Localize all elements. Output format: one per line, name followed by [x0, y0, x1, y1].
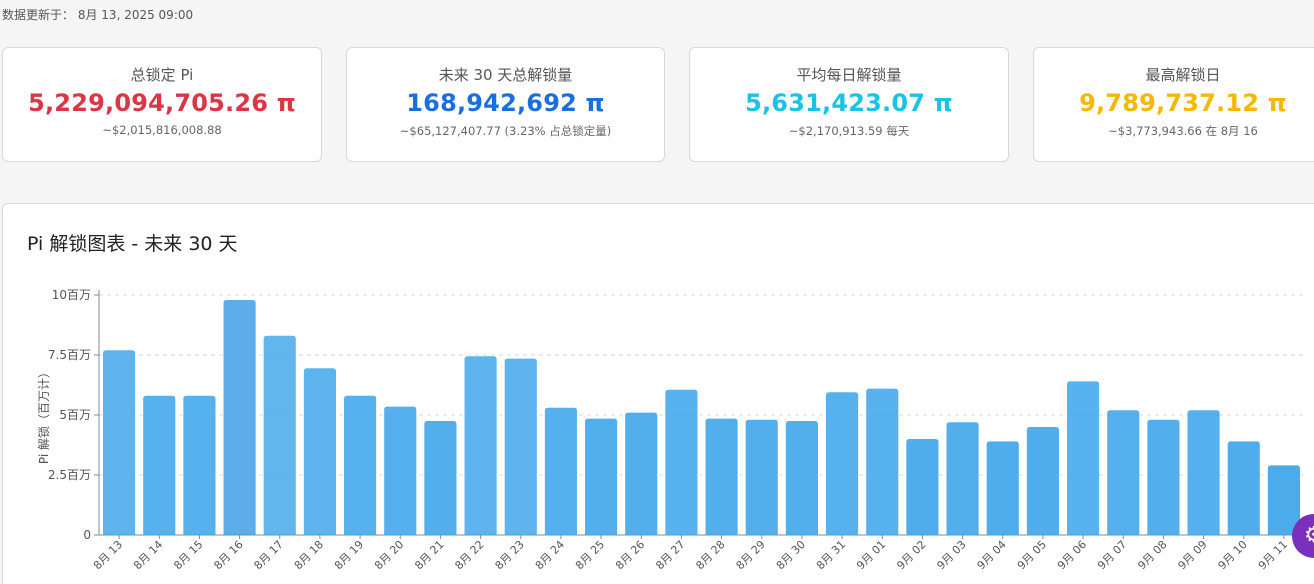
x-tick-label: 9月 01 — [854, 538, 888, 572]
x-tick-label: 8月 21 — [412, 538, 446, 572]
x-tick-label: 8月 25 — [573, 538, 607, 572]
bar — [344, 395, 377, 535]
x-tick-label: 8月 31 — [814, 538, 848, 572]
bar — [986, 441, 1019, 535]
bar — [826, 392, 859, 535]
bar — [263, 335, 296, 535]
gear-icon: ⚙ — [1304, 523, 1314, 548]
bar — [183, 395, 216, 535]
bar — [585, 418, 618, 535]
bar — [946, 422, 979, 535]
bar — [1067, 381, 1100, 535]
x-tick-label: 8月 23 — [493, 538, 527, 572]
x-tick-label: 9月 05 — [1015, 538, 1049, 572]
bar — [785, 421, 818, 535]
x-tick-label: 8月 28 — [693, 538, 727, 572]
y-tick-label: 10百万 — [52, 288, 91, 302]
bar — [1147, 419, 1180, 535]
y-tick-label: 2.5百万 — [48, 468, 91, 482]
x-tick-label: 9月 09 — [1175, 538, 1209, 572]
y-tick-label: 0 — [83, 528, 91, 542]
x-tick-label: 8月 17 — [252, 538, 286, 572]
bar — [384, 406, 417, 535]
bar — [303, 368, 336, 535]
x-tick-label: 8月 18 — [292, 538, 326, 572]
x-tick-label: 9月 11 — [1256, 538, 1290, 572]
x-tick-label: 8月 30 — [774, 538, 808, 572]
x-tick-label: 8月 24 — [533, 538, 567, 572]
bar — [1227, 441, 1260, 535]
x-tick-label: 8月 27 — [653, 538, 687, 572]
bar — [143, 395, 176, 535]
x-tick-label: 8月 15 — [171, 538, 205, 572]
x-tick-label: 9月 07 — [1095, 538, 1129, 572]
x-tick-label: 9月 08 — [1135, 538, 1169, 572]
x-tick-label: 9月 06 — [1055, 538, 1089, 572]
bar — [906, 439, 939, 535]
bar — [464, 356, 497, 535]
bar — [424, 421, 457, 535]
x-tick-label: 8月 26 — [613, 538, 647, 572]
bar — [103, 350, 136, 535]
y-tick-label: 7.5百万 — [48, 348, 91, 362]
x-tick-label: 8月 13 — [91, 538, 125, 572]
bar — [866, 388, 899, 535]
bar — [1026, 427, 1059, 535]
unlock-bar-chart: 02.5百万5百万7.5百万10百万Pi 解锁（百万计）8月 13 8月 14 8月… — [36, 288, 1304, 572]
bar — [1107, 410, 1140, 535]
x-tick-label: 9月 10 — [1216, 538, 1250, 572]
bar — [665, 389, 698, 535]
bar — [705, 418, 738, 535]
bar — [223, 300, 256, 535]
bar — [544, 407, 577, 535]
x-tick-label: 8月 14 — [131, 538, 165, 572]
bar — [1187, 410, 1220, 535]
bar — [745, 419, 778, 535]
y-axis-label: Pi 解锁（百万计） — [36, 366, 51, 464]
x-tick-label: 8月 29 — [734, 538, 768, 572]
x-tick-label: 9月 03 — [934, 538, 968, 572]
x-tick-label: 9月 04 — [975, 538, 1009, 572]
bar — [504, 358, 537, 535]
x-tick-label: 8月 16 — [211, 538, 245, 572]
x-tick-label: 9月 02 — [894, 538, 928, 572]
x-tick-label: 8月 19 — [332, 538, 366, 572]
x-tick-label: 8月 20 — [372, 538, 406, 572]
y-tick-label: 5百万 — [59, 408, 91, 422]
x-tick-label: 8月 22 — [452, 538, 486, 572]
bar — [625, 412, 658, 535]
